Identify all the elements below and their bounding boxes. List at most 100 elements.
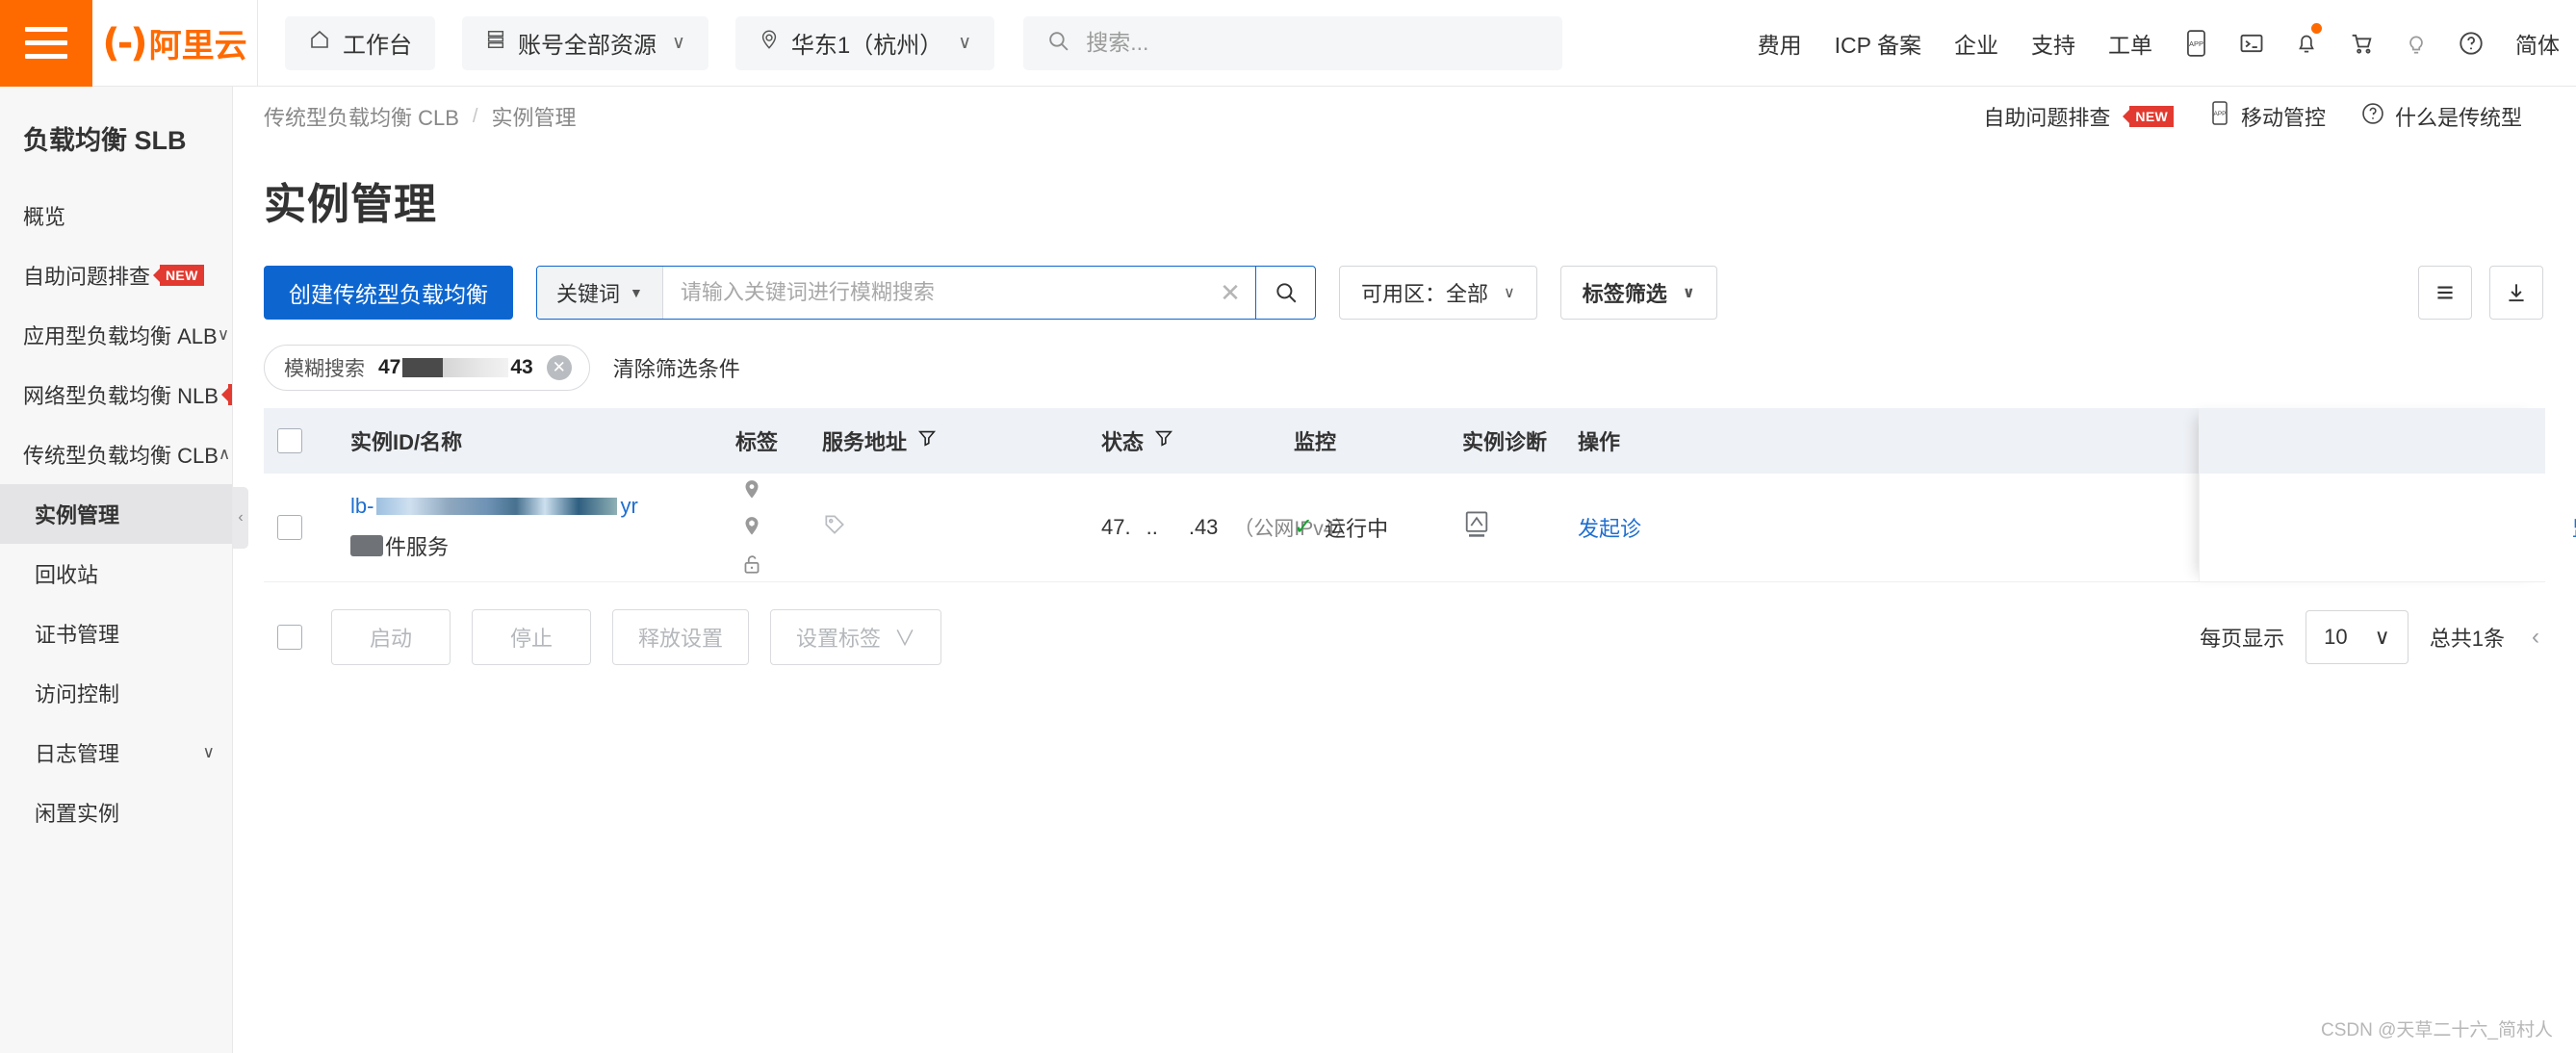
chevron-down-icon: ∨	[1504, 285, 1515, 301]
notification-dot-badge	[2311, 22, 2322, 34]
sidebar-item-self-troubleshooting[interactable]: 自助问题排查 NEW	[0, 245, 232, 305]
global-search-input[interactable]	[1086, 30, 1540, 56]
column-label: 操作	[1578, 430, 1621, 454]
sidebar-item-alb[interactable]: 应用型负载均衡 ALB ∨	[0, 305, 232, 365]
aliyun-logo[interactable]: (-) 阿里云	[92, 0, 258, 87]
nav-workbench[interactable]: 工作台	[285, 15, 435, 70]
sidebar-item-instance-management[interactable]: 实例管理	[0, 484, 232, 544]
search-group: 关键词 ▼ ✕	[536, 266, 1316, 320]
filter-chip-label: 模糊搜索	[284, 358, 365, 380]
hamburger-menu-icon[interactable]	[0, 0, 92, 87]
sidebar-item-label: 实例管理	[35, 503, 120, 527]
sidebar-item-log-management[interactable]: 日志管理 ∨	[0, 723, 232, 783]
instance-name-text: 件服务	[385, 534, 450, 559]
listener-wizard-link[interactable]: 监听配置向导	[2559, 512, 2576, 543]
header-link-icp[interactable]: ICP 备案	[1818, 0, 1938, 87]
lightbulb-icon[interactable]	[2389, 0, 2443, 87]
footer-select-all-checkbox[interactable]	[277, 624, 302, 650]
action-self-troubleshooting[interactable]: 自助问题排查 NEW	[1966, 101, 2191, 132]
chevron-down-icon: ∨	[1682, 285, 1695, 301]
start-button[interactable]: 启动	[331, 608, 451, 665]
clear-filters-link[interactable]: 清除筛选条件	[613, 352, 740, 383]
filter-funnel-icon[interactable]	[1153, 427, 1174, 454]
home-icon	[308, 28, 331, 58]
clear-search-icon[interactable]: ✕	[1205, 267, 1255, 319]
header-link-tickets[interactable]: 工单	[2092, 0, 2169, 87]
action-what-is-clb[interactable]: 什么是传统型	[2343, 101, 2539, 132]
row-checkbox[interactable]	[277, 514, 302, 540]
language-switch[interactable]: 简体	[2499, 0, 2576, 87]
help-circle-icon[interactable]	[2443, 0, 2499, 87]
prev-page-button[interactable]: ‹	[2526, 624, 2545, 651]
sidebar-item-idle-instances[interactable]: 闲置实例	[0, 783, 232, 842]
sidebar-item-certificates[interactable]: 证书管理	[0, 604, 232, 663]
nav-account-resources[interactable]: 账号全部资源 ∨	[462, 15, 708, 70]
sidebar-item-label: 回收站	[35, 563, 99, 587]
global-header-right: 费用 ICP 备案 企业 支持 工单 APP 简体	[1741, 0, 2576, 87]
nav-region-selector[interactable]: 华东1（杭州） ∨	[734, 15, 995, 70]
action-mobile-management[interactable]: APP 移动管控	[2191, 100, 2343, 133]
release-settings-button[interactable]: 释放设置	[612, 608, 750, 665]
filter-chip-value-prefix: 47	[378, 356, 401, 378]
table-header-operations: 操作	[1564, 408, 2545, 474]
chevron-down-icon: ∨	[2374, 624, 2390, 649]
global-search[interactable]	[1023, 15, 1563, 70]
set-tags-button[interactable]: 设置标签 ∨	[770, 608, 942, 665]
list-view-icon[interactable]	[2418, 266, 2472, 320]
remove-filter-icon[interactable]: ✕	[546, 355, 572, 380]
page-size-label: 每页显示	[2200, 626, 2285, 651]
table-header-diagnosis: 实例诊断	[1449, 408, 1564, 474]
terminal-icon[interactable]	[2224, 0, 2280, 87]
monitor-chart-icon[interactable]	[1462, 511, 1491, 545]
chevron-down-icon: ▼	[630, 285, 643, 300]
breadcrumb-parent[interactable]: 传统型负载均衡 CLB	[264, 101, 459, 132]
search-submit-button[interactable]	[1255, 267, 1315, 319]
pagination: 每页显示 10 ∨ 总共1条 ‹	[2200, 609, 2545, 664]
zone-filter-dropdown[interactable]: 可用区：全部 ∨	[1339, 266, 1537, 320]
filter-funnel-icon[interactable]	[916, 427, 938, 454]
sidebar-collapse-handle[interactable]: ‹	[233, 487, 248, 549]
page-title: 实例管理	[264, 181, 437, 228]
select-all-checkbox[interactable]	[277, 428, 302, 453]
filter-chip-value-suffix: 43	[510, 356, 533, 378]
nav-account-resources-label: 账号全部资源	[518, 33, 657, 59]
instance-attribute-icons	[735, 479, 768, 576]
header-link-enterprise[interactable]: 企业	[1938, 0, 2015, 87]
app-icon[interactable]: APP	[2169, 0, 2224, 87]
service-address: 47. .. .43 （公网IPv4）	[1101, 513, 1354, 542]
table-header-row: 实例ID/名称 标签 服务地址 状态 监控 实例诊断 操作	[264, 408, 2545, 474]
page-size-select[interactable]: 10 ∨	[2306, 609, 2409, 664]
start-diagnosis-link[interactable]: 发起诊	[1578, 517, 1655, 541]
download-icon[interactable]	[2489, 266, 2543, 320]
stop-button[interactable]: 停止	[472, 608, 591, 665]
sidebar-item-access-control[interactable]: 访问控制	[0, 663, 232, 723]
chevron-down-icon: ∨	[217, 325, 230, 344]
sidebar-item-overview[interactable]: 概览	[0, 186, 232, 245]
tag-filter-dropdown[interactable]: 标签筛选 ∨	[1559, 266, 1717, 320]
lock-open-icon	[741, 552, 762, 576]
search-input[interactable]	[662, 267, 1205, 319]
header-link-support[interactable]: 支持	[2015, 0, 2092, 87]
tag-icon[interactable]	[822, 515, 847, 542]
instance-id-link[interactable]: lb- yr	[350, 494, 638, 519]
help-circle-icon	[2360, 101, 2385, 132]
toolbar: 创建传统型负载均衡 关键词 ▼ ✕ 可用区：全部 ∨ 标签筛	[233, 258, 2576, 327]
sidebar-item-recycle-bin[interactable]: 回收站	[0, 544, 232, 604]
table-header-select	[264, 408, 337, 474]
header-link-fees[interactable]: 费用	[1741, 0, 1818, 87]
sidebar-item-label: 自助问题排查	[23, 265, 151, 289]
total-count-label: 总共1条	[2429, 626, 2505, 651]
create-clb-button[interactable]: 创建传统型负载均衡	[264, 266, 513, 320]
active-filters: 模糊搜索 47 43 ✕ 清除筛选条件	[233, 327, 2576, 408]
app-root: (-) 阿里云 工作台 账号全部资源 ∨ 华东1（杭州） ∨ 搜索... 费用 …	[0, 0, 2576, 1053]
nav-workbench-label: 工作台	[343, 33, 412, 59]
sidebar-item-clb[interactable]: 传统型负载均衡 CLB ∧	[0, 424, 232, 484]
table-header-monitor: 监控	[1280, 408, 1449, 474]
sidebar-item-nlb[interactable]: 网络型负载均衡 NLB NEW ∨	[0, 365, 232, 424]
keyword-type-select[interactable]: 关键词 ▼	[537, 267, 663, 319]
notifications-bell-icon[interactable]	[2280, 0, 2333, 87]
status-label: 运行中	[1325, 516, 1389, 541]
shopping-cart-icon[interactable]	[2333, 0, 2389, 87]
app-icon: APP	[2208, 100, 2231, 133]
table-header-status: 状态	[1088, 408, 1280, 474]
